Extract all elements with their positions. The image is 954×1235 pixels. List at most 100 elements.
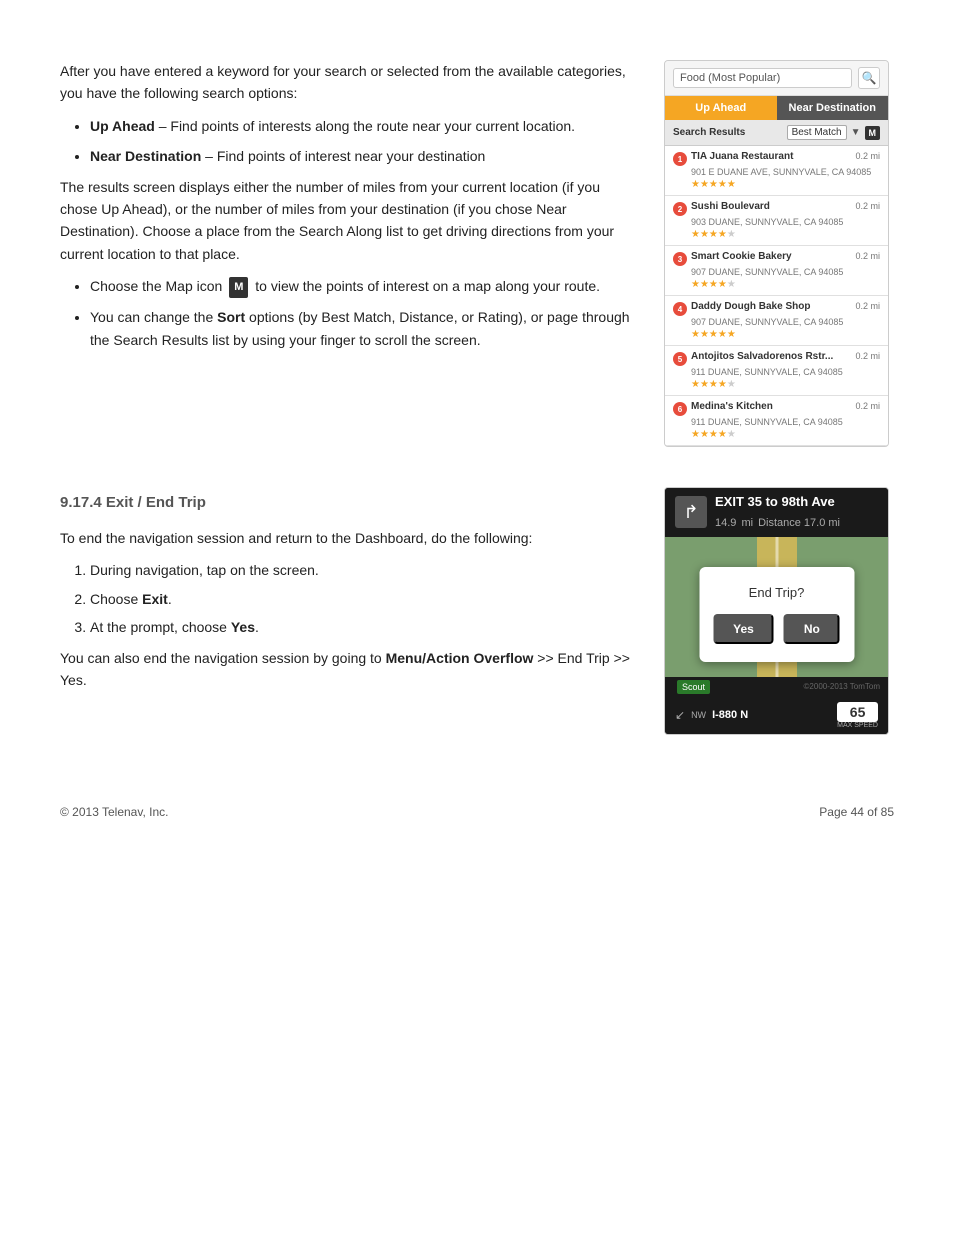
- section-title: 9.17.4 Exit / End Trip: [60, 491, 634, 515]
- page-number: Page 44 of 85: [819, 805, 894, 819]
- end-trip-buttons: Yes No: [719, 614, 834, 644]
- result-addr-3: 907 DUANE, SUNNYVALE, CA 94085: [691, 267, 880, 277]
- yes-button[interactable]: Yes: [713, 614, 774, 644]
- section-para2: You can also end the navigation session …: [60, 647, 634, 692]
- nav-distance: Distance 17.0 mi: [758, 517, 840, 529]
- map-icon-inline: M: [229, 277, 248, 299]
- result-stars-5: ★★★★★: [691, 379, 880, 390]
- nav-info: EXIT 35 to 98th Ave 14.9 mi Distance 17.…: [715, 494, 878, 531]
- result-item-2[interactable]: 2 Sushi Boulevard 0.2 mi 903 DUANE, SUNN…: [665, 196, 888, 246]
- result-item-3[interactable]: 3 Smart Cookie Bakery 0.2 mi 907 DUANE, …: [665, 246, 888, 296]
- nav-bottom-bar: ↙ NW I-880 N 65 MAX SPEED: [665, 697, 888, 734]
- section-para2-bold: Menu/Action Overflow: [386, 650, 534, 666]
- result-num-1: 1: [673, 152, 687, 166]
- page-container: After you have entered a keyword for you…: [0, 0, 954, 879]
- bullet2-text: – Find points of interest near your dest…: [201, 148, 485, 164]
- nav-direction-icon: ↙: [675, 708, 685, 722]
- result-dist-1: 0.2 mi: [855, 151, 880, 161]
- bullet1-bold: Up Ahead: [90, 118, 155, 134]
- result-stars-3: ★★★★★: [691, 279, 880, 290]
- nav-map-area: End Trip? Yes No: [665, 537, 888, 677]
- result-num-4: 4: [673, 302, 687, 316]
- search-icon-btn[interactable]: 🔍: [858, 67, 880, 89]
- top-content-row: After you have entered a keyword for you…: [60, 60, 894, 447]
- bullet3-text: to view the points of interest on a map …: [255, 278, 600, 294]
- nav-direction-label: NW: [691, 710, 706, 720]
- bullet1-text: – Find points of interests along the rou…: [155, 118, 575, 134]
- result-dist-4: 0.2 mi: [855, 301, 880, 311]
- intro-paragraph: After you have entered a keyword for you…: [60, 60, 634, 105]
- bullet2-bold: Near Destination: [90, 148, 201, 164]
- nav-speed: 65: [837, 702, 878, 722]
- bullet-near-dest: Near Destination – Find points of intere…: [90, 145, 634, 167]
- nav-miles: 14.9 mi Distance 17.0 mi: [715, 510, 878, 531]
- nav-miles-unit: mi: [741, 517, 753, 529]
- results-paragraph: The results screen displays either the n…: [60, 176, 634, 266]
- bullet4-prefix: You can change the: [90, 309, 217, 325]
- search-top-bar: Food (Most Popular) 🔍: [665, 61, 888, 96]
- result-dist-6: 0.2 mi: [855, 401, 880, 411]
- result-name-2: Sushi Boulevard: [691, 201, 851, 212]
- bullet-sort: You can change the Sort options (by Best…: [90, 306, 634, 351]
- result-name-4: Daddy Dough Bake Shop: [691, 301, 851, 312]
- result-stars-6: ★★★★★: [691, 429, 880, 440]
- tab-bar: Up Ahead Near Destination: [665, 96, 888, 120]
- search-screenshot-col: Food (Most Popular) 🔍 Up Ahead Near Dest…: [664, 60, 894, 447]
- sort-arrow: ▼: [851, 127, 861, 138]
- nav-exit-text: EXIT 35 to 98th Ave: [715, 494, 878, 510]
- nav-screenshot-col: ↱ EXIT 35 to 98th Ave 14.9 mi Distance 1…: [664, 487, 894, 735]
- top-text-col: After you have entered a keyword for you…: [60, 60, 634, 447]
- result-num-6: 6: [673, 402, 687, 416]
- result-dist-3: 0.2 mi: [855, 251, 880, 261]
- result-addr-5: 911 DUANE, SUNNYVALE, CA 94085: [691, 367, 880, 377]
- nav-speed-block: 65 MAX SPEED: [837, 702, 878, 729]
- nav-road-name: I-880 N: [712, 709, 831, 721]
- result-item-4[interactable]: 4 Daddy Dough Bake Shop 0.2 mi 907 DUANE…: [665, 296, 888, 346]
- result-dist-5: 0.2 mi: [855, 351, 880, 361]
- map-icon-btn[interactable]: M: [865, 126, 881, 140]
- result-item-5[interactable]: 5 Antojitos Salvadorenos Rstr... 0.2 mi …: [665, 346, 888, 396]
- section-para2-prefix: You can also end the navigation session …: [60, 650, 386, 666]
- copyright-map: ©2000-2013 TomTom: [716, 682, 880, 691]
- result-addr-4: 907 DUANE, SUNNYVALE, CA 94085: [691, 317, 880, 327]
- search-input-box[interactable]: Food (Most Popular): [673, 68, 852, 88]
- nav-speed-label: MAX SPEED: [837, 722, 878, 729]
- step-2: Choose Exit.: [90, 588, 634, 610]
- result-name-6: Medina's Kitchen: [691, 401, 851, 412]
- result-addr-1: 901 E DUANE AVE, SUNNYVALE, CA 94085: [691, 167, 880, 177]
- section-para1: To end the navigation session and return…: [60, 527, 634, 549]
- result-name-1: TIA Juana Restaurant: [691, 151, 851, 162]
- bullet3-prefix: Choose the Map icon: [90, 278, 222, 294]
- footer-row: © 2013 Telenav, Inc. Page 44 of 85: [60, 765, 894, 819]
- step2-bold: Exit: [142, 591, 168, 607]
- second-text-col: 9.17.4 Exit / End Trip To end the naviga…: [60, 487, 634, 735]
- sort-dropdown[interactable]: Best Match: [787, 125, 847, 140]
- search-screenshot: Food (Most Popular) 🔍 Up Ahead Near Dest…: [664, 60, 889, 447]
- tab-up-ahead[interactable]: Up Ahead: [665, 96, 777, 120]
- tab-near-dest[interactable]: Near Destination: [777, 96, 889, 120]
- result-stars-4: ★★★★★: [691, 329, 880, 340]
- result-name-5: Antojitos Salvadorenos Rstr...: [691, 351, 851, 362]
- end-trip-text: End Trip?: [719, 585, 834, 600]
- scout-label: Scout: [677, 680, 710, 694]
- copyright-text: © 2013 Telenav, Inc.: [60, 805, 168, 819]
- result-item-1[interactable]: 1 TIA Juana Restaurant 0.2 mi 901 E DUAN…: [665, 146, 888, 196]
- bullet-up-ahead: Up Ahead – Find points of interests alon…: [90, 115, 634, 137]
- step-3: At the prompt, choose Yes.: [90, 616, 634, 638]
- end-trip-modal: End Trip? Yes No: [699, 567, 854, 662]
- result-num-5: 5: [673, 352, 687, 366]
- step-1: During navigation, tap on the screen.: [90, 559, 634, 581]
- no-button[interactable]: No: [784, 614, 840, 644]
- nav-screenshot: ↱ EXIT 35 to 98th Ave 14.9 mi Distance 1…: [664, 487, 889, 735]
- result-item-6[interactable]: 6 Medina's Kitchen 0.2 mi 911 DUANE, SUN…: [665, 396, 888, 446]
- result-num-2: 2: [673, 202, 687, 216]
- bullet4-bold: Sort: [217, 309, 245, 325]
- bottom-bullet-list: Choose the Map icon M to view the points…: [90, 275, 634, 351]
- steps-list: During navigation, tap on the screen. Ch…: [90, 559, 634, 638]
- result-num-3: 3: [673, 252, 687, 266]
- nav-top-bar: ↱ EXIT 35 to 98th Ave 14.9 mi Distance 1…: [665, 488, 888, 537]
- result-addr-2: 903 DUANE, SUNNYVALE, CA 94085: [691, 217, 880, 227]
- nav-turn-arrow: ↱: [675, 496, 707, 528]
- result-addr-6: 911 DUANE, SUNNYVALE, CA 94085: [691, 417, 880, 427]
- results-header: Search Results Best Match ▼ M: [665, 120, 888, 146]
